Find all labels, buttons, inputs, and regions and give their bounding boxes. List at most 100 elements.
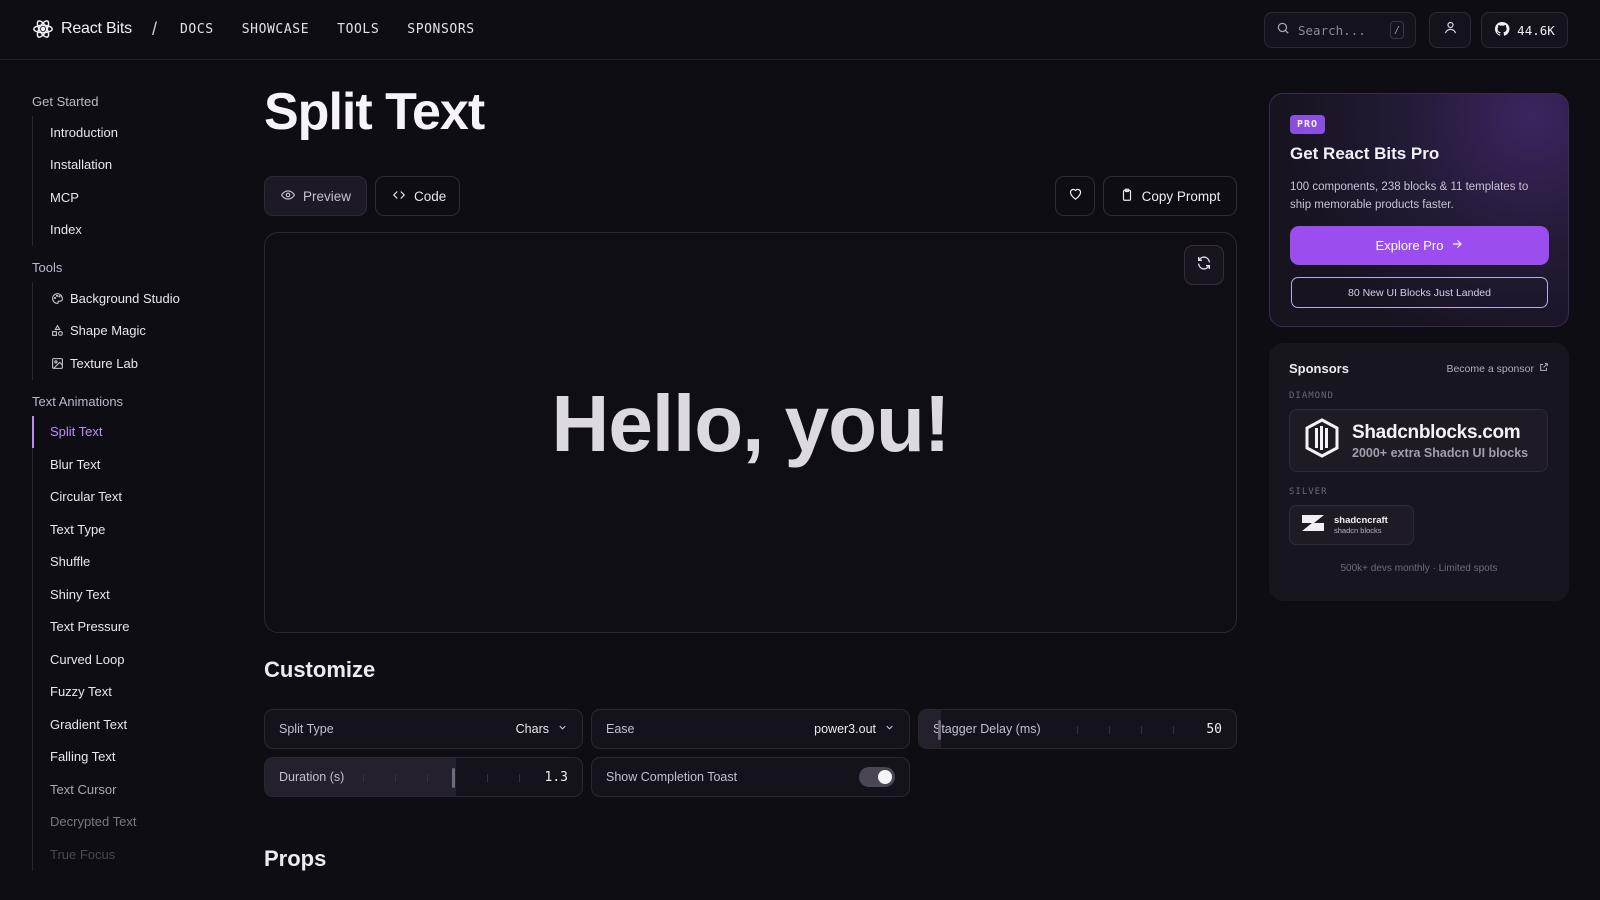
split-type-select[interactable]: Split Type Chars <box>264 709 583 749</box>
sidebar-item-shuffle[interactable]: Shuffle <box>33 546 232 579</box>
nav-showcase[interactable]: SHOWCASE <box>242 22 309 37</box>
sidebar-item-label: Texture Lab <box>70 355 138 371</box>
customize-title: Customize <box>264 657 376 682</box>
arrow-right-icon <box>1451 238 1463 253</box>
sidebar-item-label: Index <box>50 222 82 238</box>
sidebar-item-true-focus[interactable]: True Focus <box>33 838 232 871</box>
sidebar-item-text-cursor[interactable]: Text Cursor <box>33 773 232 806</box>
preview-text: Hello, you! <box>551 379 951 468</box>
sidebar-item-split-text[interactable]: Split Text <box>32 415 232 448</box>
tab-code[interactable]: Code <box>375 176 460 216</box>
props-title: Props <box>264 846 327 871</box>
silver-sponsor-tagline: shadcn blocks <box>1334 525 1382 535</box>
sidebar-item-texture-lab[interactable]: Texture Lab <box>33 347 232 380</box>
brand-name: React Bits <box>61 20 132 37</box>
sidebar-item-gradient-text[interactable]: Gradient Text <box>33 708 232 741</box>
top-nav: DOCS SHOWCASE TOOLS SPONSORS <box>180 22 475 37</box>
eye-icon <box>280 188 296 205</box>
silver-sponsor[interactable]: shadcncraft shadcn blocks <box>1289 505 1414 545</box>
tab-preview-label: Preview <box>303 188 352 204</box>
top-bar: React Bits / DOCS SHOWCASE TOOLS SPONSOR… <box>0 0 1600 60</box>
stagger-delay-slider[interactable]: Stagger Delay (ms) 50 <box>918 709 1237 749</box>
favorite-button[interactable] <box>1055 176 1095 216</box>
sidebar-item-label: Text Type <box>50 521 106 537</box>
sidebar: Get Started Introduction Installation MC… <box>32 88 232 879</box>
completion-toast-control: Show Completion Toast <box>591 757 910 797</box>
code-icon <box>392 188 406 205</box>
tab-code-label: Code <box>414 188 447 204</box>
slider-handle[interactable] <box>452 768 455 788</box>
sidebar-item-mcp[interactable]: MCP <box>33 181 232 214</box>
split-type-value: Chars <box>515 722 549 736</box>
sidebar-item-shiny-text[interactable]: Shiny Text <box>33 578 232 611</box>
sidebar-item-label: True Focus <box>50 846 116 862</box>
nav-tools[interactable]: TOOLS <box>337 22 379 37</box>
tab-preview[interactable]: Preview <box>264 176 367 216</box>
react-bits-logo-icon <box>32 18 54 40</box>
completion-toast-label: Show Completion Toast <box>606 770 738 784</box>
sidebar-item-text-type[interactable]: Text Type <box>33 513 232 546</box>
sidebar-item-text-pressure[interactable]: Text Pressure <box>33 611 232 644</box>
chevron-down-icon <box>884 722 895 736</box>
sidebar-item-fuzzy-text[interactable]: Fuzzy Text <box>33 676 232 709</box>
sidebar-item-falling-text[interactable]: Falling Text <box>33 741 232 774</box>
brand[interactable]: React Bits <box>32 18 132 40</box>
sidebar-section-text-animations: Text Animations <box>32 393 124 409</box>
sidebar-item-background-studio[interactable]: Background Studio <box>33 282 232 315</box>
search-box[interactable]: / <box>1264 12 1416 48</box>
nav-sponsors[interactable]: SPONSORS <box>407 22 474 37</box>
stagger-delay-label: Stagger Delay (ms) <box>933 722 1041 736</box>
slider-handle[interactable] <box>938 720 941 740</box>
sidebar-item-label: Curved Loop <box>50 651 125 667</box>
sidebar-item-label: Introduction <box>50 124 118 140</box>
sidebar-item-installation[interactable]: Installation <box>33 149 232 182</box>
sidebar-item-blur-text[interactable]: Blur Text <box>33 448 232 481</box>
github-icon <box>1494 21 1510 40</box>
sidebar-item-label: Shuffle <box>50 554 91 570</box>
chevron-down-icon <box>557 722 568 736</box>
nav-docs[interactable]: DOCS <box>180 22 214 37</box>
search-icon <box>1276 21 1290 40</box>
sidebar-item-circular-text[interactable]: Circular Text <box>33 481 232 514</box>
sidebar-list-text-animations: Split Text Blur Text Circular Text Text … <box>32 415 232 871</box>
sidebar-section-get-started: Get Started <box>32 94 99 109</box>
ease-select[interactable]: Ease power3.out <box>591 709 910 749</box>
search-input[interactable] <box>1298 22 1382 38</box>
new-blocks-button[interactable]: 80 New UI Blocks Just Landed <box>1291 277 1548 308</box>
sidebar-item-shape-magic[interactable]: Shape Magic <box>33 315 232 348</box>
sidebar-item-label: Background Studio <box>70 290 180 306</box>
copy-prompt-label: Copy Prompt <box>1141 188 1221 204</box>
duration-slider[interactable]: Duration (s) 1.3 <box>264 757 583 797</box>
external-link-icon <box>1539 362 1549 375</box>
completion-toast-toggle[interactable] <box>859 767 895 787</box>
sidebar-item-index[interactable]: Index <box>33 214 232 247</box>
github-button[interactable]: 44.6K <box>1481 12 1568 48</box>
sidebar-item-label: Fuzzy Text <box>50 684 112 700</box>
refresh-icon <box>1196 255 1212 276</box>
sidebar-item-label: Falling Text <box>50 749 116 765</box>
sidebar-item-curved-loop[interactable]: Curved Loop <box>33 643 232 676</box>
sidebar-item-decrypted-text[interactable]: Decrypted Text <box>33 806 232 839</box>
brand-separator: / <box>152 19 158 39</box>
diamond-sponsor-name: Shadcnblocks.com <box>1352 421 1521 443</box>
sidebar-item-introduction[interactable]: Introduction <box>33 116 232 149</box>
preview-panel: Hello, you! <box>264 232 1237 633</box>
sponsors-title: Sponsors <box>1289 361 1349 376</box>
refresh-button[interactable] <box>1184 245 1224 285</box>
explore-pro-button[interactable]: Explore Pro <box>1290 226 1549 265</box>
diamond-sponsor-tagline: 2000+ extra Shadcn UI blocks <box>1352 445 1529 460</box>
sidebar-item-label: Decrypted Text <box>50 814 137 830</box>
copy-prompt-button[interactable]: Copy Prompt <box>1103 176 1237 216</box>
become-sponsor-link[interactable]: Become a sponsor <box>1446 362 1549 375</box>
diamond-sponsor[interactable]: Shadcnblocks.com 2000+ extra Shadcn UI b… <box>1289 409 1548 472</box>
account-button[interactable] <box>1429 12 1471 48</box>
user-icon <box>1443 20 1458 40</box>
sidebar-item-label: Circular Text <box>50 489 123 505</box>
explore-pro-label: Explore Pro <box>1375 238 1444 253</box>
pro-promo-card: PRO Get React Bits Pro 100 components, 2… <box>1269 93 1569 327</box>
sidebar-item-label: Installation <box>50 157 113 173</box>
palette-icon <box>50 291 64 305</box>
sidebar-list-get-started: Introduction Installation MCP Index <box>32 116 232 246</box>
diamond-tier-label: DIAMOND <box>1289 391 1334 401</box>
shadcnblocks-logo-icon <box>1304 418 1340 463</box>
